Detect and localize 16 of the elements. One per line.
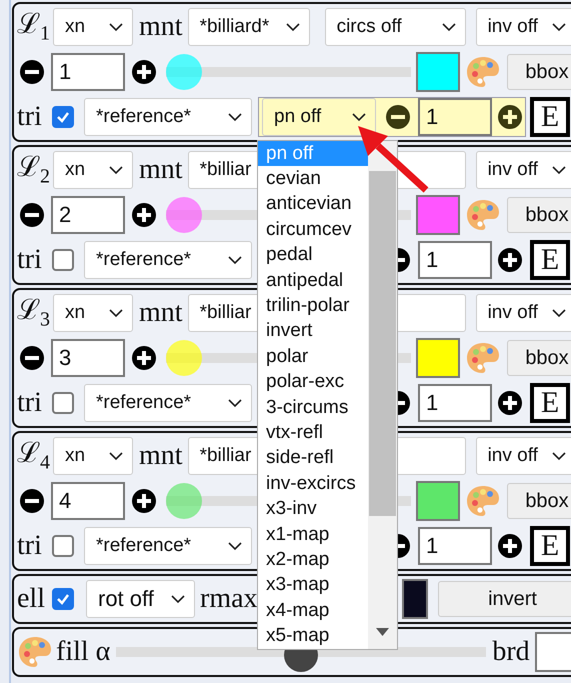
ell-label: ell [17,585,46,613]
tri-label: tri [17,103,43,131]
mount-label: mnt [139,13,183,41]
curve-label: ℒ$_{1}$ [17,10,49,44]
tri-label: tri [17,532,43,560]
mount-label: mnt [139,442,183,470]
mount-label: mnt [139,299,183,327]
curve-label: ℒ$_{4}$ [17,440,49,472]
rmax-label: rmax [200,585,258,613]
tri-label: tri [17,246,43,274]
fill-alpha-label: fill α [56,638,110,666]
curve-label: ℒ$_{3}$ [17,296,49,330]
curve-label: ℒ$_{2}$ [17,154,49,186]
tri-label: tri [17,389,43,417]
border-label: brd [492,638,530,666]
mount-label: mnt [139,156,183,184]
